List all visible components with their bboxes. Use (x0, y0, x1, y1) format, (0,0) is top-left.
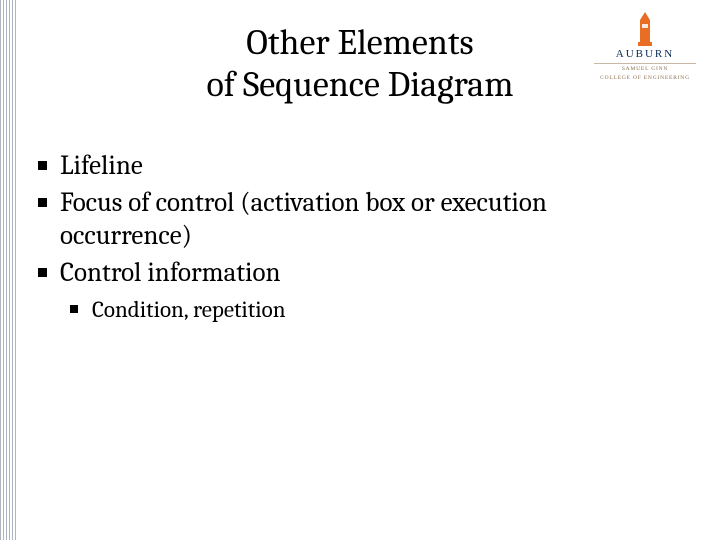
bullet-text: Focus of control (activation box or exec… (60, 187, 547, 251)
bullet-text: Control information (60, 257, 281, 288)
title-line2: of Sequence Diagram (206, 64, 513, 105)
slide: AUBURN SAMUEL GINN COLLEGE OF ENGINEERIN… (0, 0, 720, 540)
bullet-item: Focus of control (activation box or exec… (38, 187, 680, 253)
title-line1: Other Elements (246, 22, 473, 63)
slide-title: Other Elements of Sequence Diagram (0, 22, 720, 107)
bullet-item: Control information (38, 257, 680, 290)
bullet-text: Lifeline (60, 150, 143, 181)
sub-bullet-item: Condition, repetition (70, 296, 680, 324)
slide-content: Lifeline Focus of control (activation bo… (38, 150, 680, 324)
bullet-item: Lifeline (38, 150, 680, 183)
sub-bullet-text: Condition, repetition (92, 296, 286, 323)
